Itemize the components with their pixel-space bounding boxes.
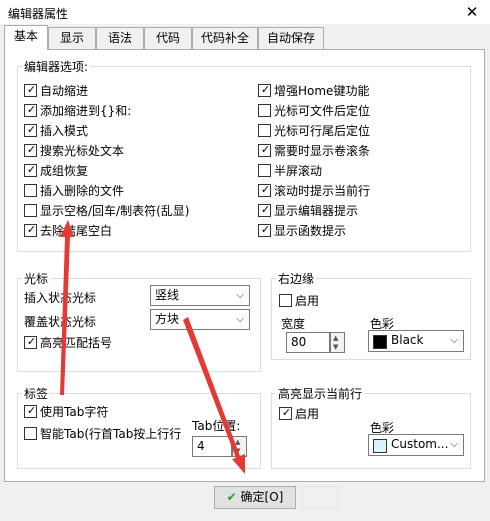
annotation-arrows [60,220,245,474]
annotation-arrow-group [60,220,245,474]
annotation-arrow-right [183,317,245,474]
annotation-arrow-left [60,220,74,395]
tab-basic[interactable]: 基本 [4,25,48,50]
